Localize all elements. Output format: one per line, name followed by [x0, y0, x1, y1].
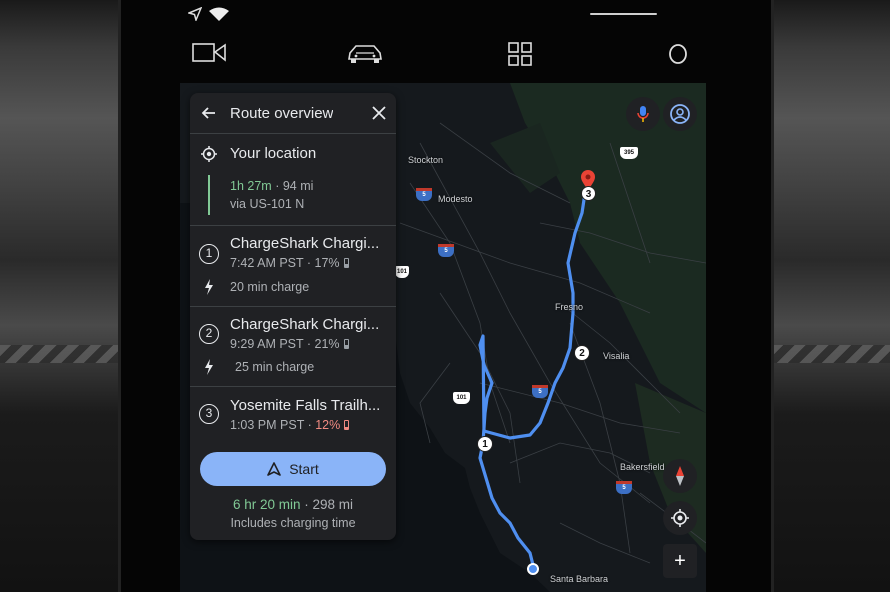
stop-eta: 7:42 AM PST · 17%	[230, 256, 349, 270]
stop-name: ChargeShark Chargi...	[230, 316, 380, 333]
my-location-icon	[201, 146, 217, 162]
divider	[190, 386, 396, 387]
recenter-button[interactable]	[663, 501, 697, 535]
highway-shield-i5: 5	[532, 385, 548, 398]
stop-number-3: 3	[199, 404, 219, 424]
segment-duration: 1h 27m	[230, 179, 272, 193]
navigation-arrow-icon	[188, 7, 202, 21]
trip-total-distance: · 298 mi	[304, 497, 354, 512]
city-label-modesto: Modesto	[438, 194, 473, 204]
city-label-stockton: Stockton	[408, 155, 444, 165]
home-circle-icon[interactable]	[667, 42, 689, 66]
stop-charge-duration: 25 min charge	[235, 360, 315, 374]
highway-shield-us101: 101	[395, 266, 409, 278]
charging-bolt-icon	[205, 279, 213, 295]
battery-low-icon	[344, 420, 350, 430]
city-label-visalia: Visalia	[603, 351, 630, 361]
stop-arrival-time: 9:29 AM PST ·	[230, 337, 315, 351]
route-segment-bar	[208, 175, 210, 215]
car-icon[interactable]	[347, 42, 383, 66]
compass-icon	[676, 466, 684, 486]
origin-segment-summary: 1h 27m · 94 mi	[230, 179, 313, 193]
voice-search-button[interactable]	[626, 97, 660, 131]
wifi-icon	[209, 7, 229, 21]
route-overview-card: Route overview Your location 1h 27m · 94…	[190, 93, 396, 540]
stop-name: ChargeShark Chargi...	[230, 235, 380, 252]
navigation-arrow-icon	[267, 462, 282, 476]
dashboard-pattern	[0, 345, 122, 363]
app-top-bar	[180, 36, 710, 78]
status-bar	[180, 0, 710, 30]
highway-shield-i5: 5	[438, 244, 454, 257]
stop-number-1: 1	[199, 244, 219, 264]
divider	[190, 225, 396, 226]
dashboard-pattern	[772, 345, 890, 363]
trip-total-note: Includes charging time	[230, 516, 356, 530]
segment-distance: · 94 mi	[275, 179, 314, 193]
highway-shield-us101: 101	[453, 392, 470, 404]
stop-eta: 9:29 AM PST · 21%	[230, 337, 349, 351]
stop-battery-level: 17%	[314, 256, 340, 270]
stop-battery-level: 21%	[314, 337, 340, 351]
route-stop-marker-3[interactable]: 3	[581, 186, 596, 201]
drag-handle[interactable]	[590, 13, 657, 15]
stop-charge-duration: 20 min charge	[230, 280, 310, 294]
video-camera-icon[interactable]	[192, 42, 226, 64]
stop-eta: 1:03 PM PST · 12%	[230, 418, 350, 432]
compass-button[interactable]	[663, 459, 697, 493]
city-label-santa-barbara: Santa Barbara	[550, 574, 609, 584]
dashboard-left-panel	[0, 0, 122, 592]
zoom-in-button[interactable]: +	[663, 544, 697, 578]
route-stop-marker-1[interactable]: 1	[477, 436, 493, 452]
account-button[interactable]	[663, 97, 697, 131]
account-circle-icon	[670, 104, 690, 124]
start-button-label: Start	[289, 461, 319, 477]
dashboard-right-panel	[772, 0, 890, 592]
segment-via: via US-101 N	[230, 197, 305, 211]
city-label-fresno: Fresno	[555, 302, 584, 312]
stop-arrival-time: 7:42 AM PST ·	[230, 256, 315, 270]
stop-name: Yosemite Falls Trailh...	[230, 397, 381, 414]
trip-total-summary: 6 hr 20 min · 298 mi	[190, 497, 396, 512]
divider	[190, 133, 396, 134]
highway-shield-us395: 395	[620, 147, 638, 159]
my-location-icon	[671, 509, 689, 527]
trip-total-duration: 6 hr 20 min	[232, 497, 301, 512]
origin-label: Your location	[230, 145, 317, 162]
route-stop-marker-2[interactable]: 2	[574, 345, 590, 361]
back-arrow-icon[interactable]	[201, 105, 217, 121]
highway-shield-i5: 5	[416, 188, 432, 201]
battery-icon	[343, 339, 349, 349]
close-icon[interactable]	[372, 106, 386, 120]
microphone-icon	[637, 106, 649, 122]
app-grid-icon[interactable]	[508, 42, 532, 66]
stop-number-2: 2	[199, 324, 219, 344]
stop-battery-level: 12%	[315, 418, 341, 432]
card-title: Route overview	[230, 105, 334, 122]
battery-icon	[343, 258, 349, 268]
origin-location-dot	[527, 563, 539, 575]
divider	[190, 306, 396, 307]
charging-bolt-icon	[205, 359, 213, 375]
start-navigation-button[interactable]: Start	[200, 452, 386, 486]
highway-shield-i5: 5	[616, 481, 632, 494]
city-label-bakersfield: Bakersfield	[620, 462, 665, 472]
stop-arrival-time: 1:03 PM PST ·	[230, 418, 316, 432]
